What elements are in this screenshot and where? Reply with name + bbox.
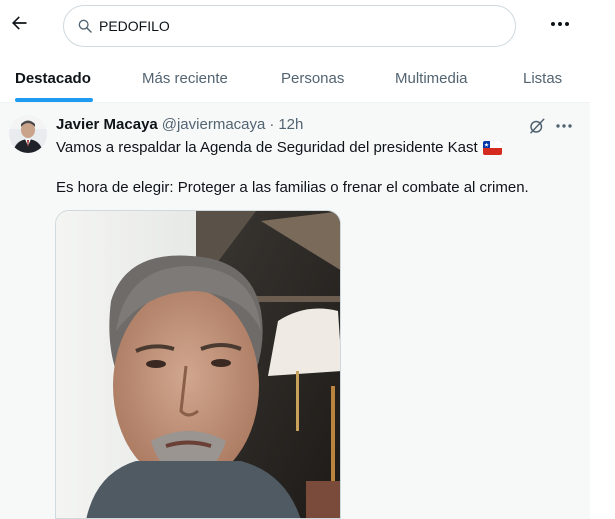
search-input[interactable] — [99, 18, 479, 34]
author-handle[interactable]: @javiermacaya — [162, 116, 266, 133]
tweet[interactable]: Javier Macaya @javiermacaya · 12h Vamos … — [0, 103, 590, 519]
tweet-text-line-1: Vamos a respaldar la Agenda de Seguridad… — [56, 139, 502, 156]
tweet-more-button[interactable] — [554, 117, 574, 135]
tab-personas[interactable]: Personas — [281, 54, 344, 102]
tab-mas-reciente[interactable]: Más reciente — [142, 54, 228, 102]
top-bar — [0, 0, 615, 52]
search-tabs: Destacado Más reciente Personas Multimed… — [0, 54, 590, 103]
tweet-video[interactable] — [55, 210, 341, 519]
search-icon — [77, 17, 95, 35]
tweet-text: Vamos a respaldar la Agenda de Seguridad… — [56, 139, 478, 156]
tab-listas[interactable]: Listas — [523, 54, 562, 102]
avatar[interactable] — [9, 115, 47, 153]
author-name[interactable]: Javier Macaya — [56, 116, 158, 133]
tab-destacado[interactable]: Destacado — [15, 54, 91, 102]
more-horizontal-icon — [556, 124, 572, 128]
tweet-header: Javier Macaya @javiermacaya · 12h — [56, 116, 303, 133]
more-options-button[interactable] — [546, 10, 574, 38]
search-box[interactable] — [63, 5, 516, 47]
separator-dot: · — [269, 116, 275, 133]
arrow-left-icon — [12, 16, 27, 30]
tab-multimedia[interactable]: Multimedia — [395, 54, 468, 102]
grok-icon[interactable] — [528, 117, 546, 135]
tweet-text-line-2: Es hora de elegir: Proteger a las famili… — [56, 179, 529, 196]
back-button[interactable] — [4, 8, 34, 38]
more-horizontal-icon — [551, 22, 569, 26]
chile-flag-icon — [482, 140, 502, 155]
active-tab-indicator — [15, 98, 93, 102]
tweet-time[interactable]: 12h — [278, 116, 303, 133]
